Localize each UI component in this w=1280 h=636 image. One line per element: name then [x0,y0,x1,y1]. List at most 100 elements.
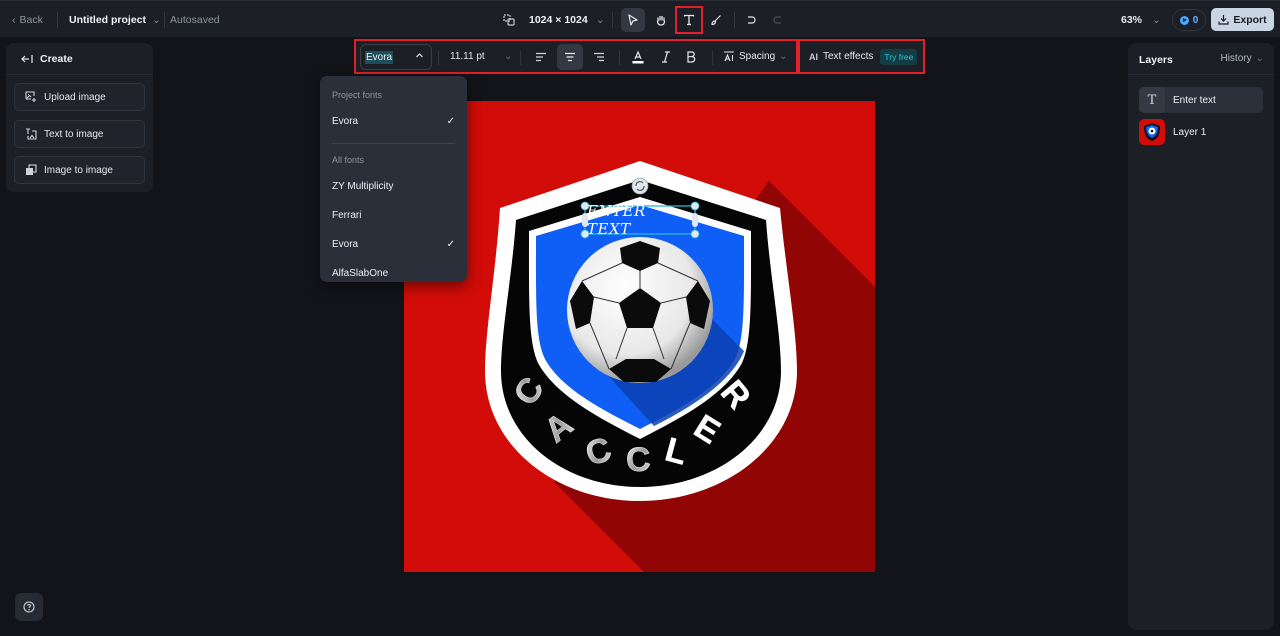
help-button[interactable] [15,593,43,621]
divider [438,51,439,65]
divider [619,51,620,65]
create-panel: Create Upload image Text to image Image … [6,43,153,192]
align-center-button[interactable] [557,44,583,70]
divider [57,12,58,28]
image-to-image-icon [26,164,37,175]
redo-button[interactable] [766,8,790,32]
font-option[interactable]: Evora ✓ [320,109,467,133]
text-tool-icon [683,14,695,26]
font-option[interactable]: ZY Multiplicity [320,174,467,198]
top-bar: ‹ Back Untitled project ⌄ Autosaved 1024… [0,0,1280,37]
image-to-image-button[interactable]: Image to image [14,156,145,184]
italic-icon [662,51,670,63]
project-fonts-heading: Project fonts [332,90,383,100]
try-free-badge: Try free [880,48,918,65]
brush-icon [711,15,721,26]
credits-icon [1179,15,1189,25]
text-tool-button[interactable] [675,6,703,34]
chevron-down-icon: ⌄ [1255,53,1264,64]
pointer-icon [628,14,638,26]
help-icon [23,601,35,613]
layers-title: Layers [1139,54,1173,66]
text-effects-button[interactable]: AI Text effects Try free [798,39,925,74]
text-color-icon [632,50,644,64]
logo-artwork: C A C C L E R [485,161,875,572]
layer-item[interactable]: Layer 1 [1139,119,1263,145]
text-to-image-button[interactable]: Text to image [14,120,145,148]
credits-button[interactable]: 0 [1172,9,1206,31]
layers-panel: Layers History ⌄ T Enter text Layer 1 [1128,43,1274,630]
hand-icon [656,15,666,26]
check-icon: ✓ [446,115,455,127]
bold-icon [687,51,696,63]
font-option[interactable]: AlfaSlabOne [320,261,467,282]
font-dropdown: Project fonts Evora ✓ All fonts ZY Multi… [320,76,467,282]
soccer-ball [567,237,713,383]
font-family-value: Evora [365,50,394,64]
font-size-select[interactable]: 11.11 pt ⌄ [450,41,512,72]
canvas-size-menu[interactable]: 1024 × 1024 ⌄ [503,1,605,38]
svg-text:C: C [625,440,652,479]
align-right-icon [594,52,604,62]
layers-header: Layers History ⌄ [1128,43,1274,75]
text-to-image-icon [26,128,37,140]
text-toolbar: Evora 11.11 pt ⌄ Spacing ⌄ [354,39,798,74]
chevron-up-icon [415,51,424,63]
select-tool-button[interactable] [621,8,645,32]
zoom-level: 63% [1121,13,1143,26]
check-icon: ✓ [446,238,455,250]
layer-item[interactable]: T Enter text [1139,87,1263,113]
history-menu[interactable]: History ⌄ [1220,53,1264,64]
download-icon [1218,15,1229,25]
spacing-menu[interactable]: Spacing ⌄ [723,41,788,72]
chevron-down-icon: ⌄ [779,51,788,62]
canvas-size: 1024 × 1024 [529,13,588,26]
text-color-button[interactable] [625,44,651,70]
chevron-left-icon: ‹ [12,13,16,26]
divider [332,143,455,144]
collapse-left-icon [21,54,33,63]
credits-count: 0 [1192,14,1199,26]
canvas-text-layer[interactable]: Enter text [587,202,693,238]
align-center-icon [565,52,575,62]
design-canvas[interactable]: C A C C L E R Enter text [404,101,875,572]
divider [712,51,713,65]
all-fonts-heading: All fonts [332,155,365,165]
hand-tool-button[interactable] [649,8,673,32]
spacing-icon [724,50,734,61]
upload-image-button[interactable]: Upload image [14,83,145,111]
divider [612,12,613,28]
bold-button[interactable] [678,44,704,70]
align-left-button[interactable] [528,44,554,70]
resize-icon [503,13,515,26]
back-button[interactable]: ‹ Back [12,1,43,38]
divider [734,12,735,28]
redo-icon [773,16,781,24]
font-option[interactable]: Evora ✓ [320,232,467,256]
font-family-select[interactable]: Evora [360,44,432,70]
text-effects-label: Text effects [823,51,874,62]
align-right-button[interactable] [586,44,612,70]
create-panel-title: Create [40,52,73,65]
zoom-level-menu[interactable]: 63% ⌄ [1121,1,1161,38]
undo-icon [748,16,756,24]
divider [164,12,165,28]
chevron-down-icon: ⌄ [1152,13,1161,26]
chevron-down-icon: ⌄ [595,13,605,26]
export-button[interactable]: Export [1211,8,1274,31]
upload-image-icon [25,91,36,102]
project-title: Untitled project [69,13,147,26]
layer-thumbnail [1139,119,1165,145]
ai-icon: AI [809,51,818,62]
project-title-menu[interactable]: Untitled project ⌄ [69,1,161,38]
align-left-icon [536,52,546,62]
italic-button[interactable] [653,44,679,70]
create-panel-header[interactable]: Create [6,43,153,75]
undo-button[interactable] [739,8,763,32]
font-option[interactable]: Ferrari [320,203,467,227]
save-status: Autosaved [170,13,220,26]
brush-tool-button[interactable] [704,8,728,32]
chevron-down-icon: ⌄ [152,13,161,26]
text-layer-icon: T [1139,87,1165,113]
chevron-down-icon: ⌄ [504,51,513,62]
